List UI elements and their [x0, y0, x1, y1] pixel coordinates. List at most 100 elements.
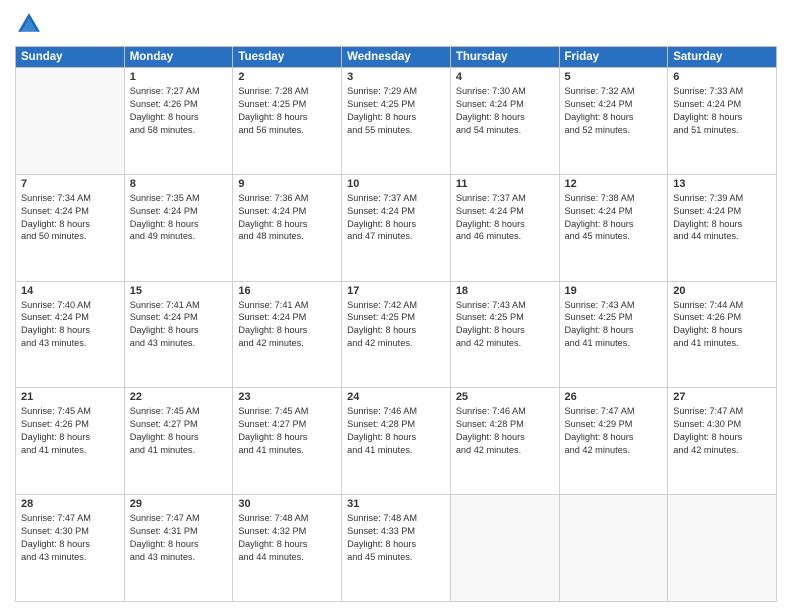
cell-text-line: Daylight: 8 hours — [238, 538, 336, 551]
day-number: 19 — [565, 285, 663, 297]
day-number: 13 — [673, 178, 771, 190]
day-number: 14 — [21, 285, 119, 297]
calendar-cell: 13Sunrise: 7:39 AMSunset: 4:24 PMDayligh… — [668, 174, 777, 281]
cell-text-line: Sunset: 4:33 PM — [347, 525, 445, 538]
calendar-cell: 7Sunrise: 7:34 AMSunset: 4:24 PMDaylight… — [16, 174, 125, 281]
cell-text-line: and 51 minutes. — [673, 124, 771, 137]
day-number: 7 — [21, 178, 119, 190]
calendar-cell: 14Sunrise: 7:40 AMSunset: 4:24 PMDayligh… — [16, 281, 125, 388]
cell-text-line: and 43 minutes. — [130, 551, 228, 564]
day-number: 2 — [238, 71, 336, 83]
day-number: 20 — [673, 285, 771, 297]
cell-text-line: Daylight: 8 hours — [130, 324, 228, 337]
cell-text-line: and 41 minutes. — [673, 337, 771, 350]
cell-text-line: and 42 minutes. — [456, 444, 554, 457]
cell-text-line: Daylight: 8 hours — [673, 431, 771, 444]
cell-text-line: Sunrise: 7:42 AM — [347, 299, 445, 312]
cell-text-line: Sunset: 4:24 PM — [565, 98, 663, 111]
cell-text-line: Sunrise: 7:27 AM — [130, 85, 228, 98]
cell-text-line: Sunset: 4:25 PM — [456, 311, 554, 324]
cell-text-line: Sunrise: 7:47 AM — [673, 405, 771, 418]
calendar-cell: 24Sunrise: 7:46 AMSunset: 4:28 PMDayligh… — [342, 388, 451, 495]
cell-text-line: and 50 minutes. — [21, 230, 119, 243]
day-number: 18 — [456, 285, 554, 297]
cell-text-line: and 44 minutes. — [238, 551, 336, 564]
calendar-cell: 2Sunrise: 7:28 AMSunset: 4:25 PMDaylight… — [233, 68, 342, 175]
cell-text-line: and 58 minutes. — [130, 124, 228, 137]
cell-text-line: Sunset: 4:24 PM — [130, 311, 228, 324]
day-number: 4 — [456, 71, 554, 83]
calendar-cell: 3Sunrise: 7:29 AMSunset: 4:25 PMDaylight… — [342, 68, 451, 175]
cell-text-line: Sunset: 4:28 PM — [456, 418, 554, 431]
calendar-cell: 22Sunrise: 7:45 AMSunset: 4:27 PMDayligh… — [124, 388, 233, 495]
cell-text-line: Daylight: 8 hours — [347, 111, 445, 124]
day-number: 9 — [238, 178, 336, 190]
calendar-cell: 23Sunrise: 7:45 AMSunset: 4:27 PMDayligh… — [233, 388, 342, 495]
day-number: 16 — [238, 285, 336, 297]
cell-text-line: Daylight: 8 hours — [456, 111, 554, 124]
cell-text-line: and 41 minutes. — [21, 444, 119, 457]
day-number: 8 — [130, 178, 228, 190]
cell-text-line: Daylight: 8 hours — [673, 218, 771, 231]
cell-text-line: Sunset: 4:25 PM — [238, 98, 336, 111]
cell-text-line: and 42 minutes. — [673, 444, 771, 457]
cell-text-line: Sunrise: 7:47 AM — [565, 405, 663, 418]
cell-text-line: Sunset: 4:30 PM — [21, 525, 119, 538]
cell-text-line: Sunset: 4:25 PM — [347, 98, 445, 111]
cell-text-line: Sunrise: 7:43 AM — [565, 299, 663, 312]
cell-text-line: Daylight: 8 hours — [238, 218, 336, 231]
cell-text-line: Sunrise: 7:46 AM — [347, 405, 445, 418]
cell-text-line: Sunrise: 7:44 AM — [673, 299, 771, 312]
cell-text-line: Sunset: 4:30 PM — [673, 418, 771, 431]
cell-text-line: and 56 minutes. — [238, 124, 336, 137]
cell-text-line: Daylight: 8 hours — [673, 111, 771, 124]
cell-text-line: Daylight: 8 hours — [130, 431, 228, 444]
cell-text-line: and 41 minutes. — [565, 337, 663, 350]
calendar-cell: 27 Sunrise: 7:47 AMSunset: 4:30 PMDayligh… — [668, 388, 777, 495]
day-number: 1 — [130, 71, 228, 83]
weekday-header-saturday: Saturday — [668, 47, 777, 68]
calendar-cell: 11Sunrise: 7:37 AMSunset: 4:24 PMDayligh… — [450, 174, 559, 281]
calendar-cell: 21Sunrise: 7:45 AMSunset: 4:26 PMDayligh… — [16, 388, 125, 495]
cell-text-line: Daylight: 8 hours — [347, 538, 445, 551]
calendar-cell: 25Sunrise: 7:46 AMSunset: 4:28 PMDayligh… — [450, 388, 559, 495]
calendar-cell: 28Sunrise: 7:47 AMSunset: 4:30 PMDayligh… — [16, 495, 125, 602]
weekday-header-thursday: Thursday — [450, 47, 559, 68]
weekday-header-tuesday: Tuesday — [233, 47, 342, 68]
cell-text-line: Sunrise: 7:43 AM — [456, 299, 554, 312]
calendar-cell: 26Sunrise: 7:47 AMSunset: 4:29 PMDayligh… — [559, 388, 668, 495]
cell-text-line: Sunrise: 7:48 AM — [238, 512, 336, 525]
calendar-week-1: 1Sunrise: 7:27 AMSunset: 4:26 PMDaylight… — [16, 68, 777, 175]
cell-text-line: and 47 minutes. — [347, 230, 445, 243]
cell-text-line: Daylight: 8 hours — [347, 324, 445, 337]
weekday-header-row: SundayMondayTuesdayWednesdayThursdayFrid… — [16, 47, 777, 68]
cell-text-line: Sunset: 4:25 PM — [565, 311, 663, 324]
calendar-cell: 29Sunrise: 7:47 AMSunset: 4:31 PMDayligh… — [124, 495, 233, 602]
cell-text-line: Daylight: 8 hours — [130, 218, 228, 231]
calendar-cell — [668, 495, 777, 602]
day-number: 21 — [21, 391, 119, 403]
cell-text-line: Sunset: 4:24 PM — [238, 205, 336, 218]
cell-text-line: Sunset: 4:26 PM — [21, 418, 119, 431]
cell-text-line: Sunrise: 7:45 AM — [238, 405, 336, 418]
cell-text-line: Sunset: 4:27 PM — [130, 418, 228, 431]
day-number: 10 — [347, 178, 445, 190]
weekday-header-monday: Monday — [124, 47, 233, 68]
cell-text-line: Sunrise: 7:29 AM — [347, 85, 445, 98]
calendar-cell: 9Sunrise: 7:36 AMSunset: 4:24 PMDaylight… — [233, 174, 342, 281]
day-number: 27 — [673, 391, 771, 403]
cell-text-line: and 48 minutes. — [238, 230, 336, 243]
calendar-cell: 15Sunrise: 7:41 AMSunset: 4:24 PMDayligh… — [124, 281, 233, 388]
cell-text-line: Sunrise: 7:39 AM — [673, 192, 771, 205]
cell-text-line: Sunset: 4:25 PM — [347, 311, 445, 324]
cell-text-line: Sunset: 4:31 PM — [130, 525, 228, 538]
cell-text-line: Sunrise: 7:45 AM — [130, 405, 228, 418]
cell-text-line: Sunrise: 7:34 AM — [21, 192, 119, 205]
calendar-cell: 12Sunrise: 7:38 AMSunset: 4:24 PMDayligh… — [559, 174, 668, 281]
day-number: 30 — [238, 498, 336, 510]
calendar-week-3: 14Sunrise: 7:40 AMSunset: 4:24 PMDayligh… — [16, 281, 777, 388]
cell-text-line: Sunrise: 7:45 AM — [21, 405, 119, 418]
cell-text-line: Sunset: 4:26 PM — [673, 311, 771, 324]
cell-text-line: Daylight: 8 hours — [456, 324, 554, 337]
day-number: 24 — [347, 391, 445, 403]
